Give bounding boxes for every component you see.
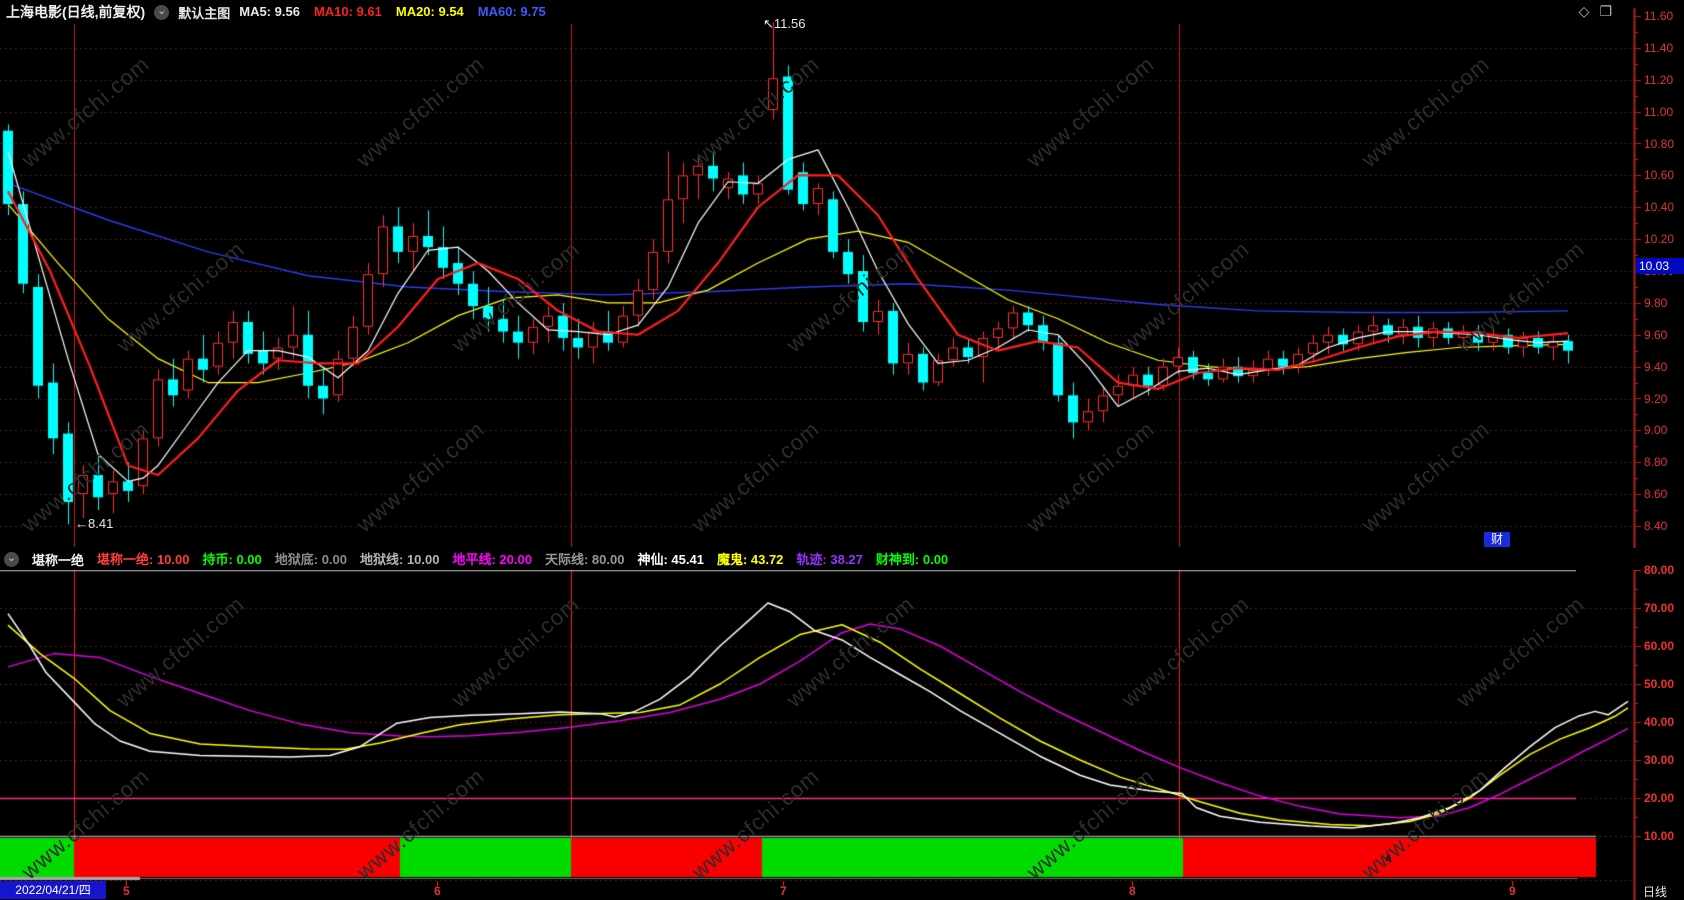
price-axis-label: 9.20 <box>1644 391 1668 406</box>
ma-label: MA20: 9.54 <box>395 4 464 19</box>
price-axis-label: 11.40 <box>1644 40 1674 55</box>
price-axis-label: 10.60 <box>1644 168 1675 183</box>
month-label: 6 <box>434 884 441 898</box>
price-axis-label: 10.80 <box>1644 136 1675 151</box>
chevron-down-icon[interactable]: ⌄ <box>4 551 19 567</box>
indicator-metric: 财神到: 0.00 <box>875 552 949 567</box>
month-label: 9 <box>1509 884 1516 898</box>
caishen-signal-flag: 财 <box>1484 532 1510 547</box>
indicator-axis-label: 40.00 <box>1644 715 1675 729</box>
chart-style-label[interactable]: 默认主图 <box>178 3 230 22</box>
indicator-metric: 地狱线: 10.00 <box>360 552 440 567</box>
ma-label: MA10: 9.61 <box>313 4 382 19</box>
indicator-axis-label: 60.00 <box>1644 639 1675 653</box>
indicator-axis-label: 30.00 <box>1644 753 1675 767</box>
indicator-metric: 堪称一绝: 10.00 <box>97 552 190 567</box>
main-chart-header: 上海电影(日线,前复权) ⌄ 默认主图 MA5: 9.56 MA10: 9.61 M… <box>0 0 1684 24</box>
indicator-metric: 魔鬼: 43.72 <box>716 552 784 567</box>
price-axis-label: 11.60 <box>1644 9 1674 23</box>
cursor-date-box: 2022/04/21/四 <box>0 881 106 899</box>
stock-app-window: 上海电影(日线,前复权) ⌄ 默认主图 MA5: 9.56 MA10: 9.61 M… <box>0 0 1684 900</box>
indicator-header: ⌄ 堪称一绝 堪称一绝: 10.00 持币: 0.00 地狱底: 0.00 地狱线: … <box>0 548 1684 570</box>
month-label: 8 <box>1129 884 1136 898</box>
price-axis-label: 10.20 <box>1644 232 1675 247</box>
indicator-metric: 地狱底: 0.00 <box>274 552 347 567</box>
ma-label: MA60: 9.75 <box>477 4 546 19</box>
indicator-values: 堪称一绝: 10.00 持币: 0.00 地狱底: 0.00 地狱线: 10.00 地平… <box>97 549 961 569</box>
split-window-icon[interactable]: ❐ <box>1599 3 1622 19</box>
indicator-metric: 地平线: 20.00 <box>452 552 532 567</box>
price-axis-label: 9.80 <box>1644 295 1668 310</box>
caret-marker: ∧ <box>1384 852 1393 864</box>
low-price-annotation: ←8.41 <box>75 516 114 531</box>
indicator-metric: 持币: 0.00 <box>202 552 262 567</box>
indicator-axis-label: 20.00 <box>1644 791 1675 805</box>
ma-legend: MA5: 9.56 MA10: 9.61 MA20: 9.54 MA60: 9.75 <box>239 3 559 21</box>
cursor-price-box: 10.03 <box>1636 258 1684 275</box>
window-controls: ◇❐ <box>1579 3 1622 20</box>
price-axis-label: 8.80 <box>1644 455 1668 470</box>
indicator-axis-label: 70.00 <box>1644 601 1675 615</box>
diamond-icon[interactable]: ◇ <box>1579 3 1600 19</box>
month-label: 7 <box>780 884 787 898</box>
high-price-annotation: ↖11.56 <box>763 16 806 31</box>
indicator-metric: 天际线: 80.00 <box>544 552 625 567</box>
indicator-axis-label: 10.00 <box>1644 829 1675 843</box>
price-axis-label: 8.60 <box>1644 487 1668 502</box>
indicator-axis-label: 50.00 <box>1644 677 1675 691</box>
price-axis-label: 8.40 <box>1644 519 1668 533</box>
ma-label: MA5: 9.56 <box>239 4 300 19</box>
price-axis-label: 9.60 <box>1644 327 1668 342</box>
period-label[interactable]: 日线 <box>1643 883 1667 900</box>
price-axis-label: 11.20 <box>1644 72 1674 87</box>
chevron-down-icon[interactable]: ⌄ <box>154 4 170 20</box>
price-axis-label: 9.00 <box>1644 423 1668 438</box>
indicator-metric: 神仙: 45.41 <box>637 552 704 567</box>
price-axis-label: 11.00 <box>1644 104 1674 119</box>
indicator-name[interactable]: 堪称一绝 <box>32 550 84 569</box>
chart-canvas[interactable] <box>0 0 1684 900</box>
indicator-metric: 轨迹: 38.27 <box>796 552 863 567</box>
stock-title: 上海电影(日线,前复权) <box>6 4 146 20</box>
price-axis-label: 9.40 <box>1644 359 1668 374</box>
month-label: 5 <box>123 884 130 898</box>
indicator-axis-label: 80.00 <box>1644 563 1675 577</box>
price-axis-label: 10.40 <box>1644 200 1675 215</box>
